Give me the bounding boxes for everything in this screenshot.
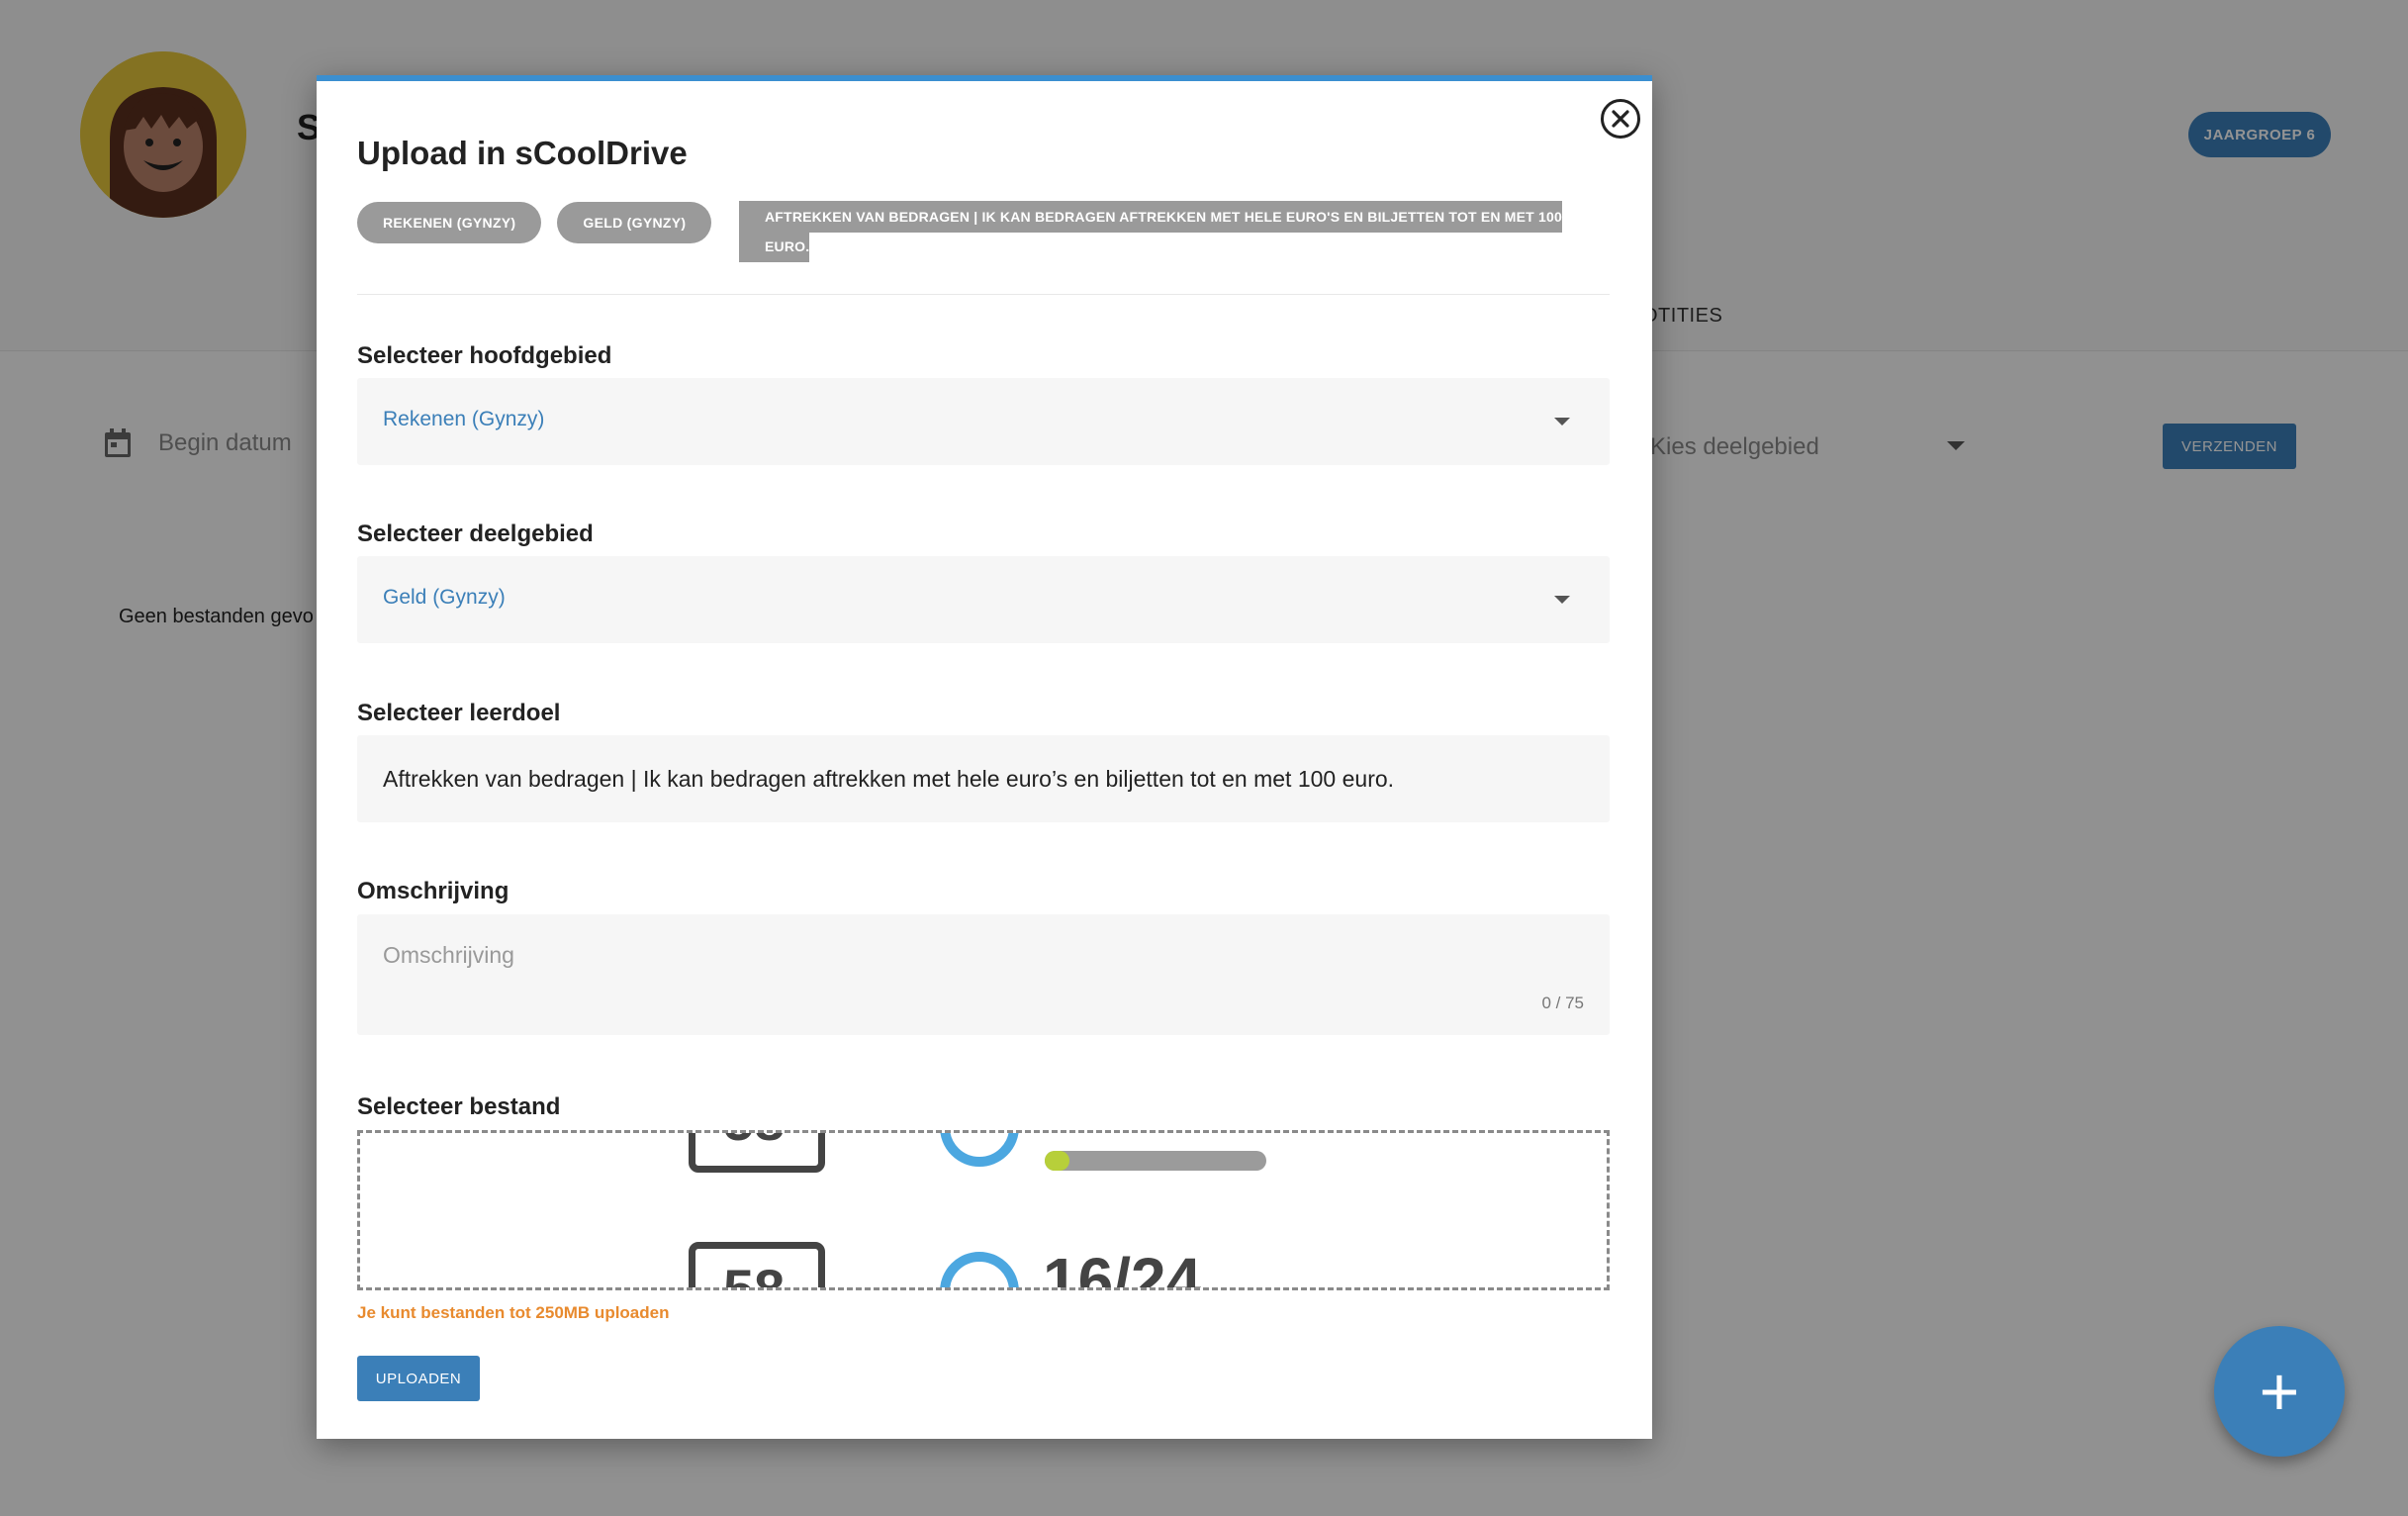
leerdoel-value: Aftrekken van bedragen | Ik kan bedragen…: [383, 766, 1395, 792]
bestand-label: Selecteer bestand: [357, 1093, 561, 1120]
preview-box-bottom: 58: [689, 1242, 825, 1290]
divider: [357, 294, 1610, 295]
upload-modal: Upload in sCoolDrive REKENEN (GYNZY) GELD…: [317, 75, 1652, 1439]
character-counter: 0 / 75: [1541, 994, 1584, 1012]
modal-title: Upload in sCoolDrive: [357, 135, 688, 171]
chevron-down-icon: [1554, 418, 1570, 426]
chip-leerdoel-text: AFTREKKEN VAN BEDRAGEN | IK KAN BEDRAGEN…: [739, 201, 1562, 262]
omschrijving-label: Omschrijving: [357, 878, 509, 904]
preview-ring-icon: [940, 1133, 1019, 1167]
hoofdgebied-label: Selecteer hoofdgebied: [357, 342, 612, 369]
preview-progress-bar: [1045, 1151, 1266, 1171]
deelgebied-modal-select[interactable]: Geld (Gynzy): [357, 556, 1610, 643]
chip-hoofdgebied: REKENEN (GYNZY): [357, 202, 542, 243]
add-fab-button[interactable]: +: [2214, 1326, 2345, 1457]
hoofdgebied-value: Rekenen (Gynzy): [383, 408, 545, 430]
preview-ring-icon: [940, 1252, 1019, 1287]
preview-box-top-number: 58: [723, 1133, 785, 1153]
hoofdgebied-select[interactable]: Rekenen (Gynzy): [357, 378, 1610, 465]
upload-button[interactable]: UPLOADEN: [357, 1356, 480, 1401]
omschrijving-input[interactable]: Omschrijving 0 / 75: [357, 914, 1610, 1035]
chip-deelgebied: GELD (GYNZY): [557, 202, 712, 243]
close-button[interactable]: [1601, 99, 1640, 139]
deelgebied-label: Selecteer deelgebied: [357, 521, 594, 547]
preview-box-bottom-number: 58: [723, 1258, 786, 1290]
omschrijving-placeholder: Omschrijving: [383, 942, 514, 968]
upload-size-hint: Je kunt bestanden tot 250MB uploaden: [357, 1303, 670, 1322]
preview-progress-fill: [1045, 1151, 1069, 1171]
leerdoel-label: Selecteer leerdoel: [357, 700, 561, 726]
close-icon: [1612, 110, 1629, 128]
chip-list: REKENEN (GYNZY) GELD (GYNZY) AFTREKKEN VA…: [357, 201, 1610, 262]
chevron-down-icon: [1554, 596, 1570, 604]
preview-box-top: 58: [689, 1133, 825, 1173]
deelgebied-value: Geld (Gynzy): [383, 586, 506, 609]
plus-icon: +: [2259, 1353, 2300, 1430]
chip-leerdoel: AFTREKKEN VAN BEDRAGEN | IK KAN BEDRAGEN…: [739, 201, 1570, 262]
preview-score: 16/24: [1043, 1245, 1202, 1290]
file-drop-zone[interactable]: 58 58 16/24: [357, 1130, 1610, 1290]
leerdoel-field[interactable]: Aftrekken van bedragen | Ik kan bedragen…: [357, 735, 1610, 822]
